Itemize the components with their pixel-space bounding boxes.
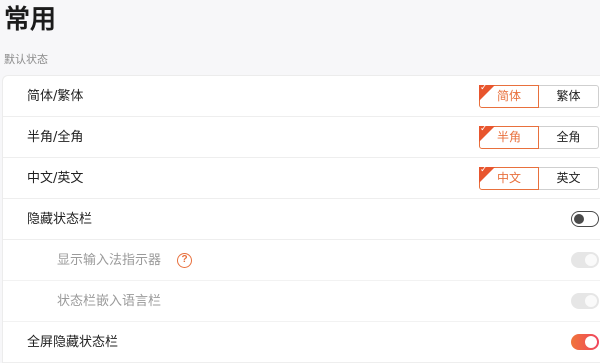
row-hide-status-bar: 隐藏状态栏 bbox=[3, 199, 600, 240]
hide-status-bar-toggle[interactable] bbox=[571, 211, 599, 227]
option-label: 全角 bbox=[556, 130, 581, 144]
segmented-control-simplified-traditional: ✓ 简体 繁体 bbox=[479, 85, 599, 108]
option-chinese[interactable]: ✓ 中文 bbox=[479, 167, 539, 190]
settings-card: 简体/繁体 ✓ 简体 繁体 半角/全角 ✓ 半角 全角 中文/英文 ✓ 中文 英… bbox=[2, 75, 600, 363]
toggle-knob bbox=[585, 254, 597, 266]
section-label: 默认状态 bbox=[4, 53, 48, 66]
row-label: 全屏隐藏状态栏 bbox=[27, 335, 119, 350]
option-label: 半角 bbox=[496, 130, 521, 144]
option-label: 繁体 bbox=[556, 89, 581, 103]
option-halfwidth[interactable]: ✓ 半角 bbox=[479, 126, 539, 149]
row-fullscreen-hide-status-bar: 全屏隐藏状态栏 bbox=[3, 322, 600, 363]
option-english[interactable]: 英文 bbox=[539, 167, 599, 190]
row-embed-language-bar: 状态栏嵌入语言栏 bbox=[3, 281, 600, 322]
toggle-knob bbox=[585, 336, 597, 348]
selected-check-icon: ✓ bbox=[479, 167, 495, 183]
option-traditional[interactable]: 繁体 bbox=[539, 85, 599, 108]
row-label: 简体/繁体 bbox=[27, 89, 84, 104]
row-label: 半角/全角 bbox=[27, 130, 84, 145]
row-label: 中文/英文 bbox=[27, 171, 84, 186]
page-title: 常用 bbox=[4, 5, 57, 35]
row-label: 显示输入法指示器 bbox=[57, 253, 162, 268]
row-show-ime-indicator: 显示输入法指示器 ? bbox=[3, 240, 600, 281]
segmented-control-chinese-english: ✓ 中文 英文 bbox=[479, 167, 599, 190]
row-chinese-english: 中文/英文 ✓ 中文 英文 bbox=[3, 158, 600, 199]
row-halfwidth-fullwidth: 半角/全角 ✓ 半角 全角 bbox=[3, 117, 600, 158]
question-circle-icon[interactable]: ? bbox=[177, 253, 192, 268]
option-fullwidth[interactable]: 全角 bbox=[539, 126, 599, 149]
toggle-knob bbox=[574, 213, 584, 224]
selected-check-icon: ✓ bbox=[479, 85, 495, 101]
row-label: 隐藏状态栏 bbox=[27, 212, 93, 227]
segmented-control-halfwidth-fullwidth: ✓ 半角 全角 bbox=[479, 126, 599, 149]
option-label: 简体 bbox=[496, 89, 521, 103]
row-label: 状态栏嵌入语言栏 bbox=[57, 294, 162, 309]
toggle-knob bbox=[585, 295, 597, 307]
option-simplified[interactable]: ✓ 简体 bbox=[479, 85, 539, 108]
selected-check-icon: ✓ bbox=[479, 126, 495, 142]
option-label: 英文 bbox=[556, 171, 581, 185]
fullscreen-hide-status-bar-toggle[interactable] bbox=[571, 334, 599, 350]
embed-language-bar-toggle[interactable] bbox=[571, 293, 599, 309]
option-label: 中文 bbox=[496, 171, 521, 185]
show-ime-indicator-toggle[interactable] bbox=[571, 252, 599, 268]
row-simplified-traditional: 简体/繁体 ✓ 简体 繁体 bbox=[3, 76, 600, 117]
